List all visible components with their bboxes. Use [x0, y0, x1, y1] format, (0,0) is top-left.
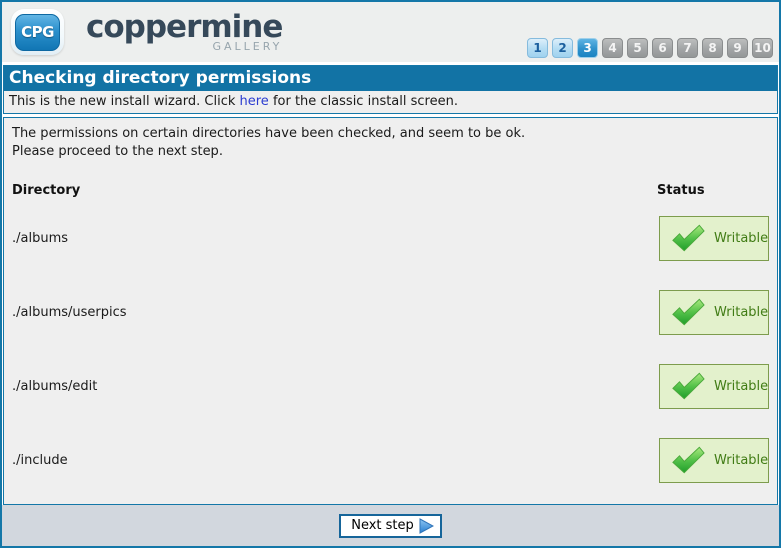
notice-text-after: for the classic install screen.	[273, 94, 458, 109]
title-section: Checking directory permissions This is t…	[3, 65, 778, 114]
cpg-logo-icon: CPG	[15, 14, 60, 51]
step-button-2[interactable]: 2	[552, 38, 573, 58]
status-badge: Writable	[659, 364, 769, 409]
check-icon	[671, 372, 705, 401]
step-button-1[interactable]: 1	[527, 38, 548, 58]
permissions-table: Directory Status ./albums Writable	[12, 183, 769, 497]
brand: coppermine GALLERY	[86, 12, 282, 53]
status-badge: Writable	[659, 438, 769, 483]
step-button-7[interactable]: 7	[677, 38, 698, 58]
status-label: Writable	[714, 453, 768, 468]
main-content: The permissions on certain directories h…	[3, 117, 778, 505]
step-button-9[interactable]: 9	[727, 38, 748, 58]
check-icon	[671, 298, 705, 327]
brand-name: coppermine	[86, 12, 282, 42]
table-header-row: Directory Status	[12, 183, 769, 201]
step-button-5[interactable]: 5	[627, 38, 648, 58]
install-wizard-page: CPG coppermine GALLERY 1 2 3 4 5 6 7 8 9…	[0, 0, 781, 548]
wizard-notice: This is the new install wizard. Click he…	[4, 91, 777, 113]
coppermine-logo: CPG	[11, 9, 64, 55]
check-icon	[671, 446, 705, 475]
step-button-8[interactable]: 8	[702, 38, 723, 58]
intro-line-1: The permissions on certain directories h…	[12, 125, 769, 143]
classic-install-link[interactable]: here	[240, 94, 269, 109]
intro-line-2: Please proceed to the next step.	[12, 143, 769, 161]
next-step-button[interactable]: Next step	[339, 514, 442, 538]
directory-path: ./albums	[12, 231, 68, 246]
status-badge: Writable	[659, 216, 769, 261]
arrow-right-icon	[419, 518, 434, 534]
step-button-4[interactable]: 4	[602, 38, 623, 58]
table-row: ./albums Writable	[12, 201, 769, 275]
step-button-3[interactable]: 3	[577, 38, 598, 58]
directory-path: ./include	[12, 453, 68, 468]
intro-text: The permissions on certain directories h…	[12, 125, 769, 161]
directory-path: ./albums/userpics	[12, 305, 127, 320]
status-badge: Writable	[659, 290, 769, 335]
notice-text-before: This is the new install wizard. Click	[9, 94, 235, 109]
status-label: Writable	[714, 305, 768, 320]
status-label: Writable	[714, 231, 768, 246]
check-icon	[671, 224, 705, 253]
step-button-6[interactable]: 6	[652, 38, 673, 58]
table-row: ./albums/edit Writable	[12, 349, 769, 423]
table-row: ./albums/userpics Writable	[12, 275, 769, 349]
column-header-status: Status	[657, 183, 769, 201]
directory-path: ./albums/edit	[12, 379, 97, 394]
step-button-10[interactable]: 10	[752, 38, 773, 58]
footer: Next step	[2, 505, 779, 546]
wizard-step-indicator: 1 2 3 4 5 6 7 8 9 10	[527, 38, 773, 58]
status-label: Writable	[714, 379, 768, 394]
column-header-directory: Directory	[12, 183, 80, 201]
table-row: ./include Writable	[12, 423, 769, 497]
next-step-label: Next step	[351, 518, 414, 533]
header: CPG coppermine GALLERY 1 2 3 4 5 6 7 8 9…	[2, 2, 779, 62]
page-title: Checking directory permissions	[4, 66, 777, 91]
